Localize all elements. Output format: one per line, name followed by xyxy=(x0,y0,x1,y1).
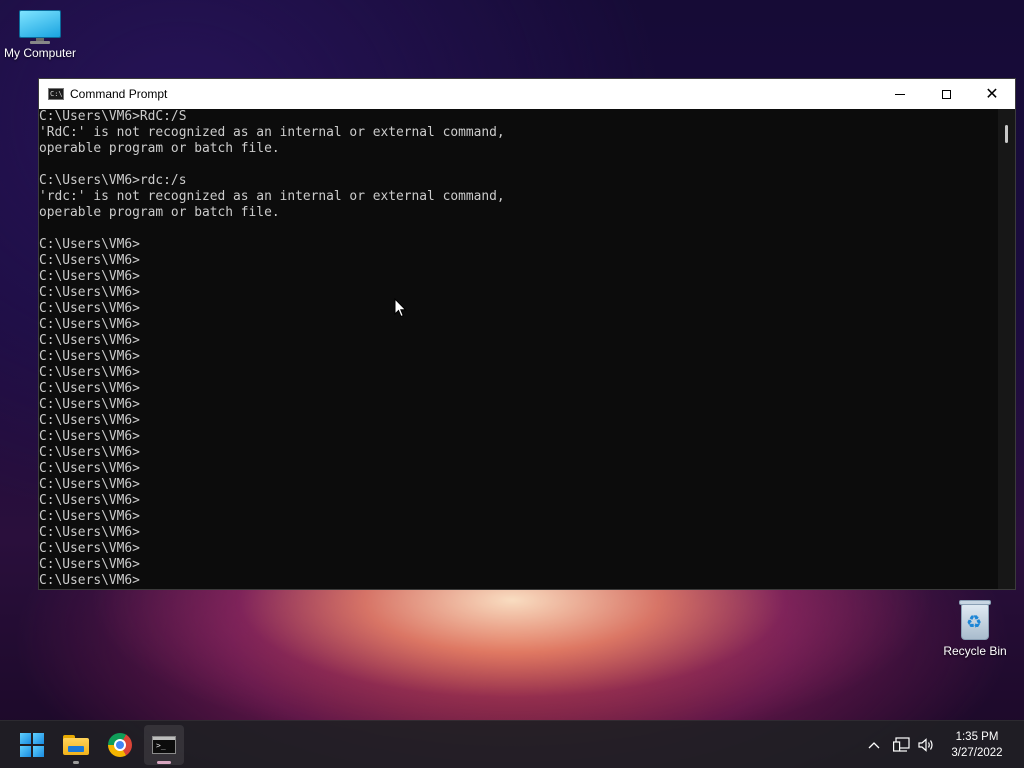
cmd-app-icon: C:\ xyxy=(48,88,64,100)
volume-icon xyxy=(918,738,933,752)
console-line: operable program or batch file. xyxy=(39,205,280,220)
console-line: C:\Users\VM6> xyxy=(39,317,140,332)
console-line: C:\Users\VM6> xyxy=(39,381,140,396)
start-button[interactable] xyxy=(12,725,52,765)
console-line: C:\Users\VM6> xyxy=(39,541,140,556)
mouse-pointer-icon xyxy=(394,298,407,318)
windows-logo-icon xyxy=(20,733,44,757)
network-button[interactable] xyxy=(891,721,913,768)
computer-icon xyxy=(19,10,61,44)
running-indicator xyxy=(73,761,79,764)
active-indicator xyxy=(157,761,171,764)
taskbar-file-explorer[interactable] xyxy=(56,725,96,765)
console-line: C:\Users\VM6> xyxy=(39,285,140,300)
desktop-icon-recycle-bin[interactable]: ♻ Recycle Bin xyxy=(935,598,1015,658)
console-line: C:\Users\VM6> xyxy=(39,477,140,492)
volume-button[interactable] xyxy=(915,721,937,768)
console-line: C:\Users\VM6> xyxy=(39,365,140,380)
minimize-button[interactable] xyxy=(877,79,923,109)
maximize-icon xyxy=(941,89,951,99)
title-bar[interactable]: C:\ Command Prompt ✕ xyxy=(39,79,1015,109)
console-line: C:\Users\VM6> xyxy=(39,333,140,348)
cmd-icon: >_ xyxy=(152,736,176,754)
console-line: C:\Users\VM6> xyxy=(39,253,140,268)
clock-time: 1:35 PM xyxy=(955,731,999,743)
console-line: C:\Users\VM6>RdC:/S xyxy=(39,109,187,124)
command-prompt-window[interactable]: C:\ Command Prompt ✕ C:\Users\VM6>RdC:/S… xyxy=(38,78,1016,590)
console-line: C:\Users\VM6> xyxy=(39,269,140,284)
console-line: operable program or batch file. xyxy=(39,141,280,156)
folder-icon xyxy=(63,735,89,755)
scrollbar-thumb[interactable] xyxy=(1005,125,1008,143)
console-line: 'RdC:' is not recognized as an internal … xyxy=(39,125,505,140)
chrome-icon xyxy=(108,733,132,757)
console-line: C:\Users\VM6> xyxy=(39,493,140,508)
desktop-icon-label: My Computer xyxy=(3,46,77,60)
console-line: 'rdc:' is not recognized as an internal … xyxy=(39,189,505,204)
taskbar: >_ 1:35 PM 3/27/2022 xyxy=(0,720,1024,768)
chevron-up-icon xyxy=(868,742,880,749)
console-line: C:\Users\VM6> xyxy=(39,509,140,524)
console-line: C:\Users\VM6> xyxy=(39,397,140,412)
desktop-icon-my-computer[interactable]: My Computer xyxy=(0,10,80,60)
console-line: C:\Users\VM6> xyxy=(39,301,140,316)
maximize-button[interactable] xyxy=(923,79,969,109)
console-output[interactable]: C:\Users\VM6>RdC:/S 'RdC:' is not recogni… xyxy=(39,109,999,589)
console-line: C:\Users\VM6> xyxy=(39,445,140,460)
taskbar-command-prompt[interactable]: >_ xyxy=(144,725,184,765)
console-line: C:\Users\VM6> xyxy=(39,557,140,572)
console-line: C:\Users\VM6> xyxy=(39,349,140,364)
close-icon: ✕ xyxy=(985,84,999,103)
console-line: C:\Users\VM6>rdc:/s xyxy=(39,173,187,188)
minimize-icon xyxy=(895,93,905,95)
clock-date: 3/27/2022 xyxy=(951,747,1003,759)
taskbar-chrome[interactable] xyxy=(100,725,140,765)
clock[interactable]: 1:35 PM 3/27/2022 xyxy=(944,729,1010,761)
console-line: C:\Users\VM6> xyxy=(39,525,140,540)
console-line: C:\Users\VM6> xyxy=(39,237,140,252)
console-line: C:\Users\VM6> xyxy=(39,413,140,428)
close-button[interactable]: ✕ xyxy=(969,79,1015,109)
console-line: C:\Users\VM6> xyxy=(39,573,140,588)
desktop-icon-label: Recycle Bin xyxy=(943,644,1007,658)
recycle-bin-icon: ♻ xyxy=(959,598,991,640)
console-line: C:\Users\VM6> xyxy=(39,429,140,444)
vertical-scrollbar[interactable] xyxy=(998,109,1015,589)
network-icon xyxy=(893,737,910,752)
console-line: C:\Users\VM6> xyxy=(39,461,140,476)
show-hidden-icons-button[interactable] xyxy=(864,721,884,768)
window-title: Command Prompt xyxy=(70,87,168,101)
